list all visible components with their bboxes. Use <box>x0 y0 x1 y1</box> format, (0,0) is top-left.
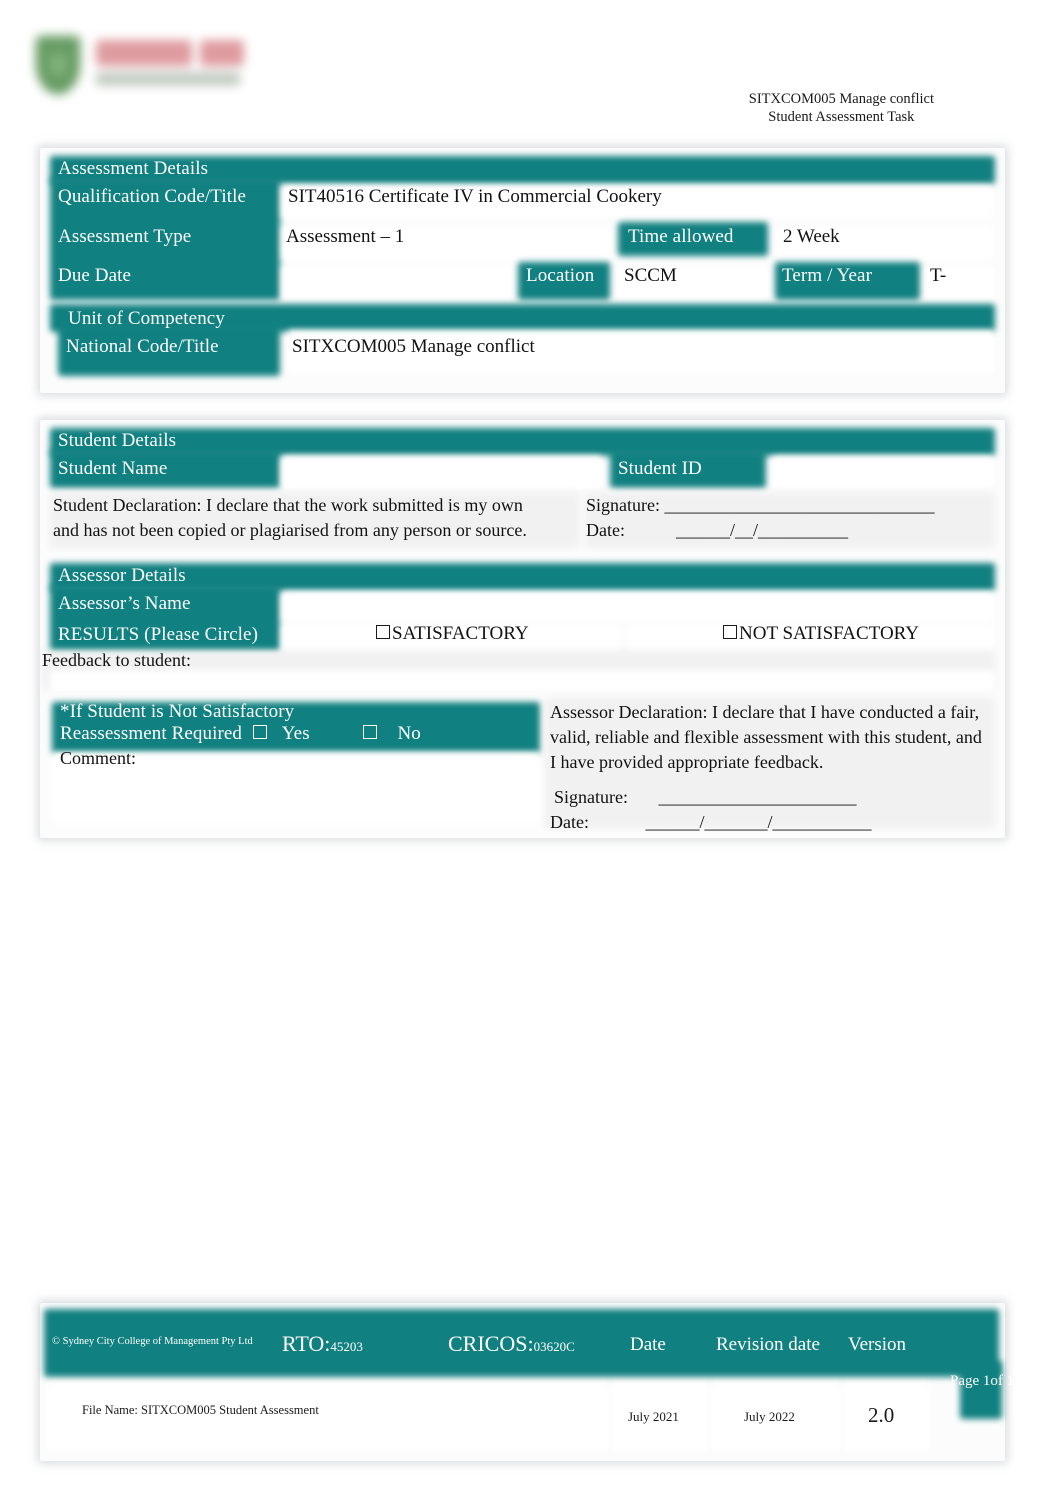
student-date-label: Date: <box>586 520 625 540</box>
national-code-label: National Code/Title <box>66 336 219 357</box>
student-signature-label: Signature: <box>586 495 660 515</box>
unit-competency-label: Unit of Competency <box>68 308 225 329</box>
qualification-label: Qualification Code/Title <box>58 186 246 207</box>
footer-rto-label: RTO: <box>282 1331 331 1356</box>
student-signature-rule[interactable]: ______________________________ <box>665 495 935 515</box>
student-assessor-panel: Student Details Student Name Student ID … <box>40 420 1005 838</box>
student-id-label: Student ID <box>618 458 702 479</box>
assessor-date-label: Date: <box>550 812 589 832</box>
footer-date-header: Date <box>630 1334 666 1355</box>
assessor-signature-block: Signature: ______________________ Date: … <box>550 785 872 835</box>
student-declaration-line1: Student Declaration: I declare that the … <box>53 495 523 515</box>
assessor-name-label: Assessor’s Name <box>58 593 191 614</box>
assessor-date-rule[interactable]: ______/_______/___________ <box>645 812 871 832</box>
footer-rto-value: 45203 <box>330 1339 363 1354</box>
assessor-signature-label: Signature: <box>554 787 628 807</box>
results-label: RESULTS (Please Circle) <box>58 624 259 645</box>
footer-cricos-value: 03620C <box>533 1339 575 1354</box>
student-signature-block: Signature: _____________________________… <box>586 493 935 543</box>
reassessment-no-label: No <box>397 723 421 744</box>
student-date-rule[interactable]: ______/__/__________ <box>676 520 848 540</box>
assessment-type-value: Assessment – 1 <box>286 226 405 247</box>
national-code-value: SITXCOM005 Manage conflict <box>292 336 535 357</box>
qualification-value: SIT40516 Certificate IV in Commercial Co… <box>288 186 662 207</box>
logo-wordmark-part2 <box>200 40 244 66</box>
feedback-label: Feedback to student: <box>42 650 191 670</box>
logo-subtitle-block <box>96 72 240 86</box>
assessor-declaration-line1: Assessor Declaration: I declare that I h… <box>550 702 980 722</box>
reassessment-heading: *If Student is Not Satisfactory <box>60 701 295 722</box>
footer-version-header: Version <box>848 1334 907 1355</box>
assessment-type-label: Assessment Type <box>58 226 192 247</box>
not-satisfactory-label: NOT SATISFACTORY <box>739 623 920 644</box>
footer-version-value: 2.0 <box>868 1403 895 1427</box>
reassessment-required-row[interactable]: Reassessment Required Yes No <box>60 723 421 745</box>
location-value: SCCM <box>624 265 677 286</box>
footer-revision-header: Revision date <box>716 1334 820 1355</box>
location-label: Location <box>526 265 595 286</box>
shield-icon <box>36 36 80 94</box>
assessment-details-panel: Assessment Details Qualification Code/Ti… <box>40 148 1005 393</box>
reassessment-yes-checkbox[interactable] <box>252 725 267 739</box>
assessor-declaration-text: Assessor Declaration: I declare that I h… <box>550 700 998 775</box>
footer-panel: © Sydney City College of Management Pty … <box>40 1303 1022 1461</box>
student-declaration-text: Student Declaration: I declare that the … <box>53 493 578 543</box>
time-allowed-label: Time allowed <box>628 226 734 247</box>
footer-cricos-label: CRICOS: <box>448 1331 534 1356</box>
document-header: SITXCOM005 Manage conflict Student Asses… <box>0 20 1062 125</box>
assessor-declaration-line2: valid, reliable and flexible assessment … <box>550 727 982 747</box>
footer-file-name: File Name: SITXCOM005 Student Assessment <box>82 1403 319 1417</box>
footer-rto: RTO:45203 <box>282 1331 363 1357</box>
reassessment-no-checkbox[interactable] <box>362 725 377 739</box>
term-year-label: Term / Year <box>782 265 873 286</box>
reassessment-yes-label: Yes <box>281 723 310 744</box>
footer-copyright: © Sydney City College of Management Pty … <box>52 1336 253 1347</box>
student-id-value-field[interactable] <box>772 456 994 488</box>
not-satisfactory-checkbox[interactable] <box>723 625 737 639</box>
student-details-title: Student Details <box>58 430 177 451</box>
footer-page-info: Page 1of 12 <box>950 1373 1022 1389</box>
student-name-label: Student Name <box>58 458 168 479</box>
satisfactory-label: SATISFACTORY <box>392 623 529 644</box>
assessor-name-value-field[interactable] <box>282 592 994 622</box>
comment-label: Comment: <box>60 748 136 768</box>
college-logo <box>28 28 246 110</box>
time-allowed-value: 2 Week <box>783 226 840 247</box>
reassessment-required-label: Reassessment Required <box>60 723 243 744</box>
term-year-value: T- <box>930 265 947 286</box>
student-declaration-line2: and has not been copied or plagiarised f… <box>53 520 527 540</box>
footer-date-value: July 2021 <box>628 1409 679 1424</box>
feedback-value-field[interactable] <box>50 670 995 692</box>
header-title-block: SITXCOM005 Manage conflict Student Asses… <box>749 90 934 126</box>
assessor-declaration-line3: I have provided appropriate feedback. <box>550 752 824 772</box>
document-page: SITXCOM005 Manage conflict Student Asses… <box>0 0 1062 1506</box>
satisfactory-checkbox[interactable] <box>376 625 390 639</box>
not-satisfactory-option[interactable]: NOT SATISFACTORY <box>723 623 919 645</box>
satisfactory-option[interactable]: SATISFACTORY <box>376 623 529 645</box>
assessment-details-title: Assessment Details <box>58 158 209 179</box>
student-name-value-field[interactable] <box>282 456 602 488</box>
due-date-value-field[interactable] <box>282 266 512 300</box>
header-unit-title: SITXCOM005 Manage conflict <box>748 91 934 107</box>
footer-revision-value: July 2022 <box>744 1409 795 1424</box>
due-date-label: Due Date <box>58 265 132 286</box>
assessor-details-title: Assessor Details <box>58 565 186 586</box>
footer-cricos: CRICOS:03620C <box>448 1331 575 1357</box>
assessor-signature-rule[interactable]: ______________________ <box>659 787 857 807</box>
page-info-band <box>960 1361 1002 1419</box>
logo-wordmark-part1 <box>96 40 192 66</box>
header-doc-type: Student Assessment Task <box>768 109 915 125</box>
